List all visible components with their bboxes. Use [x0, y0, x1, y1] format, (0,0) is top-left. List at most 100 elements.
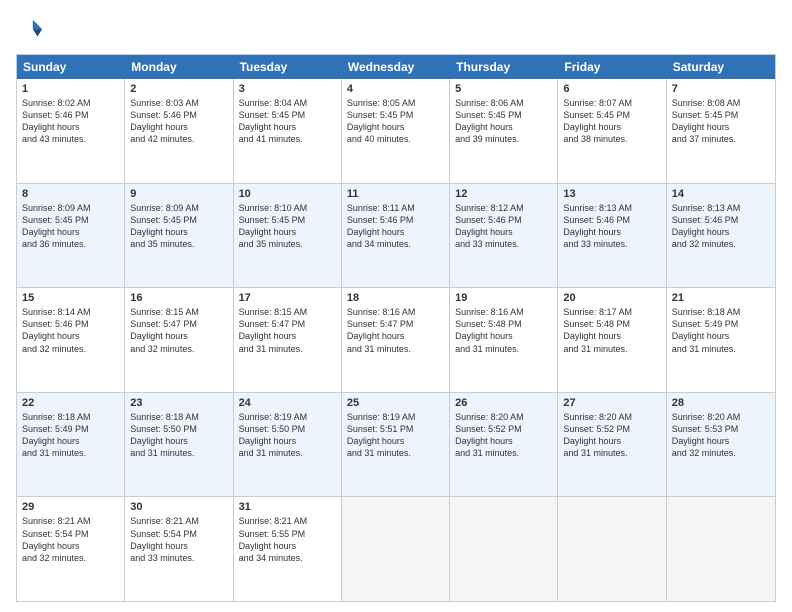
calendar-row-1: 1 Sunrise: 8:02 AM Sunset: 5:46 PM Dayli…: [17, 79, 775, 183]
day-cell-15: 15 Sunrise: 8:14 AM Sunset: 5:46 PM Dayl…: [17, 288, 125, 392]
day-number: 28: [672, 397, 770, 409]
logo-icon: [16, 16, 44, 44]
day-number: 2: [130, 83, 227, 95]
calendar-row-4: 22 Sunrise: 8:18 AM Sunset: 5:49 PM Dayl…: [17, 392, 775, 497]
day-info: Sunrise: 8:21 AM Sunset: 5:55 PM Dayligh…: [239, 515, 336, 564]
day-number: 30: [130, 501, 227, 513]
day-number: 29: [22, 501, 119, 513]
day-info: Sunrise: 8:18 AM Sunset: 5:49 PM Dayligh…: [672, 306, 770, 355]
page: SundayMondayTuesdayWednesdayThursdayFrid…: [0, 0, 792, 612]
empty-cell: [450, 497, 558, 601]
day-cell-27: 27 Sunrise: 8:20 AM Sunset: 5:52 PM Dayl…: [558, 393, 666, 497]
calendar: SundayMondayTuesdayWednesdayThursdayFrid…: [16, 54, 776, 602]
calendar-row-2: 8 Sunrise: 8:09 AM Sunset: 5:45 PM Dayli…: [17, 183, 775, 288]
day-number: 14: [672, 188, 770, 200]
day-cell-14: 14 Sunrise: 8:13 AM Sunset: 5:46 PM Dayl…: [667, 184, 775, 288]
day-number: 31: [239, 501, 336, 513]
day-number: 17: [239, 292, 336, 304]
day-info: Sunrise: 8:21 AM Sunset: 5:54 PM Dayligh…: [130, 515, 227, 564]
day-info: Sunrise: 8:08 AM Sunset: 5:45 PM Dayligh…: [672, 97, 770, 146]
day-cell-22: 22 Sunrise: 8:18 AM Sunset: 5:49 PM Dayl…: [17, 393, 125, 497]
day-number: 24: [239, 397, 336, 409]
day-info: Sunrise: 8:10 AM Sunset: 5:45 PM Dayligh…: [239, 202, 336, 251]
day-number: 23: [130, 397, 227, 409]
day-info: Sunrise: 8:16 AM Sunset: 5:48 PM Dayligh…: [455, 306, 552, 355]
day-header-sunday: Sunday: [17, 55, 125, 79]
day-info: Sunrise: 8:19 AM Sunset: 5:50 PM Dayligh…: [239, 411, 336, 460]
day-cell-19: 19 Sunrise: 8:16 AM Sunset: 5:48 PM Dayl…: [450, 288, 558, 392]
day-cell-17: 17 Sunrise: 8:15 AM Sunset: 5:47 PM Dayl…: [234, 288, 342, 392]
day-info: Sunrise: 8:06 AM Sunset: 5:45 PM Dayligh…: [455, 97, 552, 146]
day-cell-25: 25 Sunrise: 8:19 AM Sunset: 5:51 PM Dayl…: [342, 393, 450, 497]
day-info: Sunrise: 8:03 AM Sunset: 5:46 PM Dayligh…: [130, 97, 227, 146]
day-info: Sunrise: 8:15 AM Sunset: 5:47 PM Dayligh…: [239, 306, 336, 355]
day-info: Sunrise: 8:09 AM Sunset: 5:45 PM Dayligh…: [22, 202, 119, 251]
day-cell-26: 26 Sunrise: 8:20 AM Sunset: 5:52 PM Dayl…: [450, 393, 558, 497]
day-cell-20: 20 Sunrise: 8:17 AM Sunset: 5:48 PM Dayl…: [558, 288, 666, 392]
calendar-header: SundayMondayTuesdayWednesdayThursdayFrid…: [17, 55, 775, 79]
day-info: Sunrise: 8:18 AM Sunset: 5:50 PM Dayligh…: [130, 411, 227, 460]
day-header-thursday: Thursday: [450, 55, 558, 79]
day-info: Sunrise: 8:14 AM Sunset: 5:46 PM Dayligh…: [22, 306, 119, 355]
day-info: Sunrise: 8:20 AM Sunset: 5:52 PM Dayligh…: [455, 411, 552, 460]
day-cell-29: 29 Sunrise: 8:21 AM Sunset: 5:54 PM Dayl…: [17, 497, 125, 601]
day-info: Sunrise: 8:19 AM Sunset: 5:51 PM Dayligh…: [347, 411, 444, 460]
day-number: 20: [563, 292, 660, 304]
day-number: 3: [239, 83, 336, 95]
day-info: Sunrise: 8:20 AM Sunset: 5:52 PM Dayligh…: [563, 411, 660, 460]
empty-cell: [667, 497, 775, 601]
day-number: 19: [455, 292, 552, 304]
day-cell-1: 1 Sunrise: 8:02 AM Sunset: 5:46 PM Dayli…: [17, 79, 125, 183]
day-info: Sunrise: 8:13 AM Sunset: 5:46 PM Dayligh…: [672, 202, 770, 251]
day-header-wednesday: Wednesday: [342, 55, 450, 79]
day-info: Sunrise: 8:12 AM Sunset: 5:46 PM Dayligh…: [455, 202, 552, 251]
empty-cell: [342, 497, 450, 601]
day-number: 27: [563, 397, 660, 409]
day-cell-3: 3 Sunrise: 8:04 AM Sunset: 5:45 PM Dayli…: [234, 79, 342, 183]
day-number: 5: [455, 83, 552, 95]
day-cell-12: 12 Sunrise: 8:12 AM Sunset: 5:46 PM Dayl…: [450, 184, 558, 288]
day-info: Sunrise: 8:21 AM Sunset: 5:54 PM Dayligh…: [22, 515, 119, 564]
day-header-saturday: Saturday: [667, 55, 775, 79]
calendar-row-3: 15 Sunrise: 8:14 AM Sunset: 5:46 PM Dayl…: [17, 287, 775, 392]
day-header-friday: Friday: [558, 55, 666, 79]
day-cell-11: 11 Sunrise: 8:11 AM Sunset: 5:46 PM Dayl…: [342, 184, 450, 288]
day-info: Sunrise: 8:16 AM Sunset: 5:47 PM Dayligh…: [347, 306, 444, 355]
calendar-body: 1 Sunrise: 8:02 AM Sunset: 5:46 PM Dayli…: [17, 79, 775, 601]
day-info: Sunrise: 8:05 AM Sunset: 5:45 PM Dayligh…: [347, 97, 444, 146]
day-cell-13: 13 Sunrise: 8:13 AM Sunset: 5:46 PM Dayl…: [558, 184, 666, 288]
day-info: Sunrise: 8:17 AM Sunset: 5:48 PM Dayligh…: [563, 306, 660, 355]
day-info: Sunrise: 8:09 AM Sunset: 5:45 PM Dayligh…: [130, 202, 227, 251]
day-cell-8: 8 Sunrise: 8:09 AM Sunset: 5:45 PM Dayli…: [17, 184, 125, 288]
day-number: 7: [672, 83, 770, 95]
day-cell-4: 4 Sunrise: 8:05 AM Sunset: 5:45 PM Dayli…: [342, 79, 450, 183]
day-number: 26: [455, 397, 552, 409]
day-cell-28: 28 Sunrise: 8:20 AM Sunset: 5:53 PM Dayl…: [667, 393, 775, 497]
day-cell-24: 24 Sunrise: 8:19 AM Sunset: 5:50 PM Dayl…: [234, 393, 342, 497]
day-number: 1: [22, 83, 119, 95]
day-cell-2: 2 Sunrise: 8:03 AM Sunset: 5:46 PM Dayli…: [125, 79, 233, 183]
day-info: Sunrise: 8:15 AM Sunset: 5:47 PM Dayligh…: [130, 306, 227, 355]
header: [16, 16, 776, 44]
day-cell-16: 16 Sunrise: 8:15 AM Sunset: 5:47 PM Dayl…: [125, 288, 233, 392]
day-number: 12: [455, 188, 552, 200]
day-number: 22: [22, 397, 119, 409]
day-number: 10: [239, 188, 336, 200]
day-cell-10: 10 Sunrise: 8:10 AM Sunset: 5:45 PM Dayl…: [234, 184, 342, 288]
day-info: Sunrise: 8:02 AM Sunset: 5:46 PM Dayligh…: [22, 97, 119, 146]
day-info: Sunrise: 8:11 AM Sunset: 5:46 PM Dayligh…: [347, 202, 444, 251]
day-cell-30: 30 Sunrise: 8:21 AM Sunset: 5:54 PM Dayl…: [125, 497, 233, 601]
day-info: Sunrise: 8:04 AM Sunset: 5:45 PM Dayligh…: [239, 97, 336, 146]
day-info: Sunrise: 8:20 AM Sunset: 5:53 PM Dayligh…: [672, 411, 770, 460]
day-number: 8: [22, 188, 119, 200]
day-header-monday: Monday: [125, 55, 233, 79]
day-cell-18: 18 Sunrise: 8:16 AM Sunset: 5:47 PM Dayl…: [342, 288, 450, 392]
day-number: 18: [347, 292, 444, 304]
day-number: 15: [22, 292, 119, 304]
day-cell-21: 21 Sunrise: 8:18 AM Sunset: 5:49 PM Dayl…: [667, 288, 775, 392]
day-number: 13: [563, 188, 660, 200]
day-cell-5: 5 Sunrise: 8:06 AM Sunset: 5:45 PM Dayli…: [450, 79, 558, 183]
empty-cell: [558, 497, 666, 601]
day-cell-23: 23 Sunrise: 8:18 AM Sunset: 5:50 PM Dayl…: [125, 393, 233, 497]
logo: [16, 16, 48, 44]
